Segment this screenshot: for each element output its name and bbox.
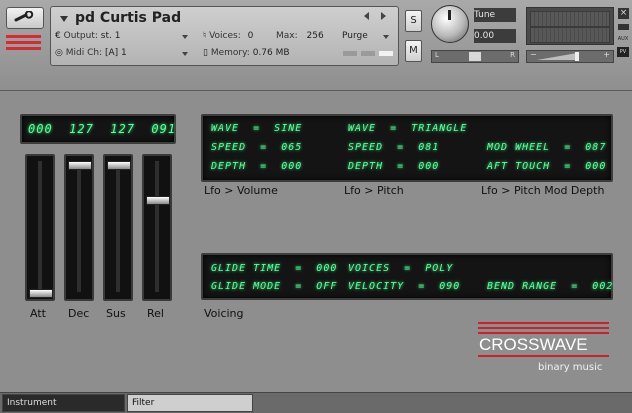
cpu-meter-3 [379,51,393,56]
lfo-pitch-label: Lfo > Pitch [344,184,404,197]
voices-display: ♮ Voices: 0 [203,31,254,41]
tab-instrument[interactable]: Instrument [2,394,125,412]
prev-instrument-icon[interactable] [364,12,369,20]
tab-filter[interactable]: Filter [127,394,253,412]
envelope-display: 000 127 127 091 [20,114,176,144]
purge-button[interactable]: Purge [342,31,368,41]
instrument-info-panel: pd Curtis Pad € Output: st. 1 ♮ Voices: … [50,6,399,66]
volume-slider[interactable]: − + [526,50,614,63]
max-voices-value: 256 [306,31,324,41]
glide-time-value[interactable]: GLIDE TIME = 000 [211,263,337,274]
attack-handle[interactable] [29,289,53,298]
crosswave-logo: CROSSWAVE binary music [478,322,611,374]
mute-button[interactable]: M [405,40,422,62]
release-slider[interactable] [142,154,172,301]
lfo-volume-depth[interactable]: DEPTH = 000 [211,161,302,172]
velocity-value[interactable]: VELOCITY = 090 [348,281,460,292]
lfo-pitch-wave[interactable]: WAVE = TRIANGLE [348,123,467,134]
tab-bar: Instrument Filter [0,392,632,413]
sustain-label: Sus [106,307,126,320]
midi-channel-selector[interactable]: ◎ Midi Ch: [A] 1 [55,48,127,58]
lfo-volume-speed[interactable]: SPEED = 065 [211,142,302,153]
memory-display: ▯ Memory: 0.76 MB [203,48,290,58]
instrument-name[interactable]: pd Curtis Pad [75,10,181,26]
midi-channel-value: [A] 1 [104,48,127,58]
output-icon: € [55,31,61,41]
tune-label: Tune [474,8,516,22]
attack-label: Att [30,307,46,320]
level-meters [526,7,614,45]
pan-left-label: L [435,51,439,59]
solo-button[interactable]: S [405,10,422,32]
lfo-volume-label: Lfo > Volume [204,184,278,197]
mod-wheel-value[interactable]: MOD WHEEL = 087 [487,142,606,153]
level-meter-right [530,27,610,43]
cpu-meter-2 [361,51,375,56]
release-handle[interactable] [146,196,170,205]
sustain-slider[interactable] [103,154,133,301]
volume-minus: − [530,50,537,59]
wrench-button[interactable] [6,7,44,29]
glide-mode-value[interactable]: GLIDE MODE = OFF [211,281,337,292]
minimize-icon[interactable] [618,24,629,30]
close-icon[interactable]: × [618,8,629,19]
voicing-label: Voicing [204,307,244,320]
next-instrument-icon[interactable] [381,12,386,20]
volume-handle[interactable] [575,52,579,61]
output-dropdown-icon[interactable] [182,35,188,39]
decay-handle[interactable] [68,161,92,170]
lfo-volume-wave[interactable]: WAVE = SINE [211,123,302,134]
brand-sub: binary music [538,362,603,373]
midi-dropdown-icon[interactable] [182,52,188,56]
pv-button[interactable]: PV [617,47,629,57]
lfo-pitch-mod-depth-label: Lfo > Pitch Mod Depth [481,184,605,197]
voicing-display: GLIDE TIME = 000 GLIDE MODE = OFF VOICES… [201,253,613,300]
attack-slider[interactable] [25,154,55,301]
memory-value: 0.76 MB [252,48,290,58]
voices-mode-value[interactable]: VOICES = POLY [348,263,453,274]
tune-value[interactable]: 0.00 [474,29,516,43]
sustain-handle[interactable] [107,161,131,170]
purge-dropdown-icon[interactable] [383,35,389,39]
collapse-icon[interactable] [60,16,68,22]
output-value: st. 1 [100,31,121,41]
midi-icon: ◎ [55,48,63,58]
instrument-header: pd Curtis Pad € Output: st. 1 ♮ Voices: … [0,0,632,91]
level-meter-left [530,11,610,27]
voices-value: 0 [247,31,254,41]
volume-ramp [537,53,577,60]
volume-plus: + [603,50,610,59]
tune-knob[interactable] [431,5,469,43]
lfo-pitch-speed[interactable]: SPEED = 081 [348,142,439,153]
decay-label: Dec [68,307,90,320]
output-selector[interactable]: € Output: st. 1 [55,31,120,41]
aux-button[interactable]: AUX [616,36,630,44]
wrench-icon [14,11,34,22]
decay-slider[interactable] [64,154,94,301]
cpu-meter-1 [343,51,357,56]
envelope-values: 000 127 127 091 [28,122,177,136]
bend-range-value[interactable]: BEND RANGE = 002 [487,281,613,292]
pan-right-label: R [510,51,515,59]
pan-slider[interactable]: L R [431,50,519,63]
brand-name: CROSSWAVE [479,335,588,354]
voices-icon: ♮ [203,31,207,41]
release-label: Rel [147,307,164,320]
aftertouch-value[interactable]: AFT TOUCH = 000 [487,161,606,172]
max-voices[interactable]: Max: 256 [276,31,324,41]
lfo-display: WAVE = SINE SPEED = 065 DEPTH = 000 WAVE… [201,114,613,182]
lfo-pitch-depth[interactable]: DEPTH = 000 [348,161,439,172]
memory-icon: ▯ [203,48,208,58]
pan-handle[interactable] [469,52,481,61]
